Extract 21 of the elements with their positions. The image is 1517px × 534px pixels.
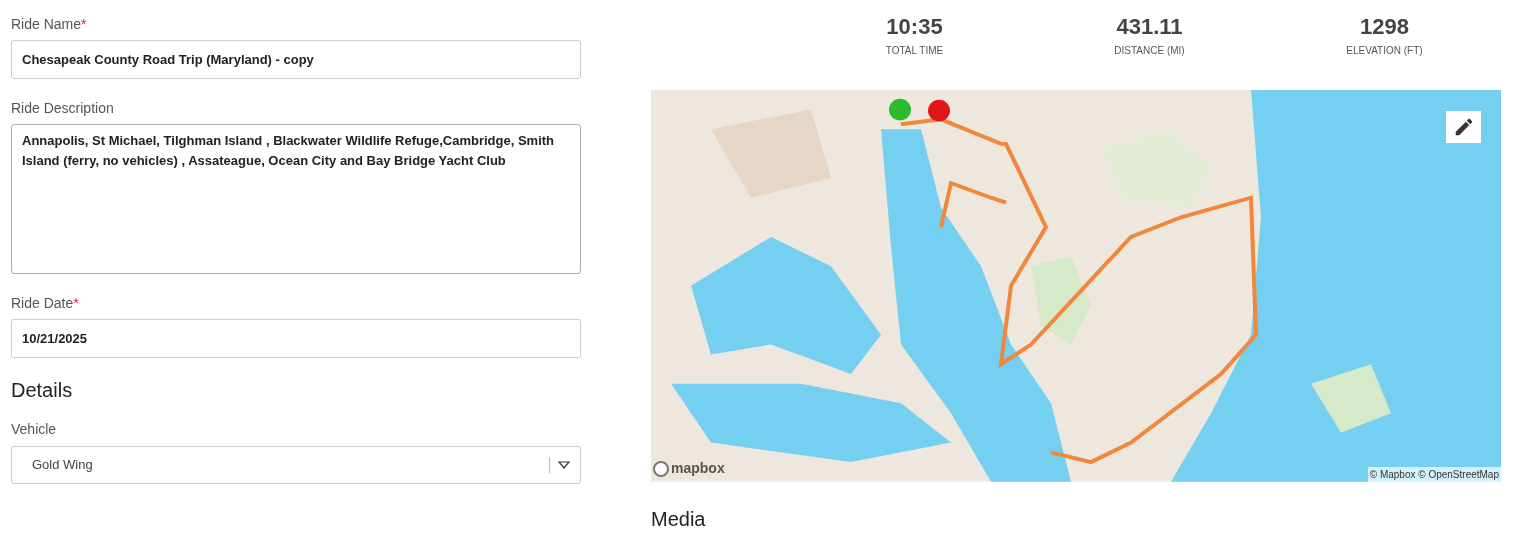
section-heading: Details (11, 378, 74, 403)
field-label: Ride Description (11, 99, 115, 118)
stat-value: 431.11 (1116, 13, 1183, 41)
edit-button[interactable] (1446, 111, 1481, 144)
map-attribution: © Mapbox © OpenStreetMap (1367, 467, 1501, 482)
stat-value: 10:35 (886, 13, 943, 41)
input-field[interactable]: Chesapeak County Road Trip (Maryland) - copy (11, 40, 581, 79)
stat-label: ELEVATION (FT) (1346, 44, 1423, 58)
stat-label: TOTAL TIME (885, 44, 944, 58)
route-map[interactable]: mapbox © Mapbox © OpenStreetMap (651, 90, 1501, 482)
section-heading: Media (651, 507, 707, 532)
field-label: Vehicle (11, 420, 58, 439)
field-label: Ride Name* (11, 15, 88, 34)
caret-icon (558, 461, 570, 469)
input-field[interactable]: 10/21/2025 (11, 319, 581, 358)
stat-label: DISTANCE (MI) (1114, 44, 1185, 58)
vehicle-dropdown[interactable]: Gold Wing (11, 446, 581, 484)
field-label: Ride Date* (11, 294, 80, 313)
map-logo: mapbox (653, 458, 725, 479)
description-field[interactable]: Annapolis, St Michael, Tilghman Island , Blackwater Wildlife Refuge,Cambridge, Smith Island (ferry, no vehicles) , Assateague, Ocean City and Bay Bridge Yacht Club (11, 124, 581, 274)
stat-value: 1298 (1360, 13, 1409, 41)
